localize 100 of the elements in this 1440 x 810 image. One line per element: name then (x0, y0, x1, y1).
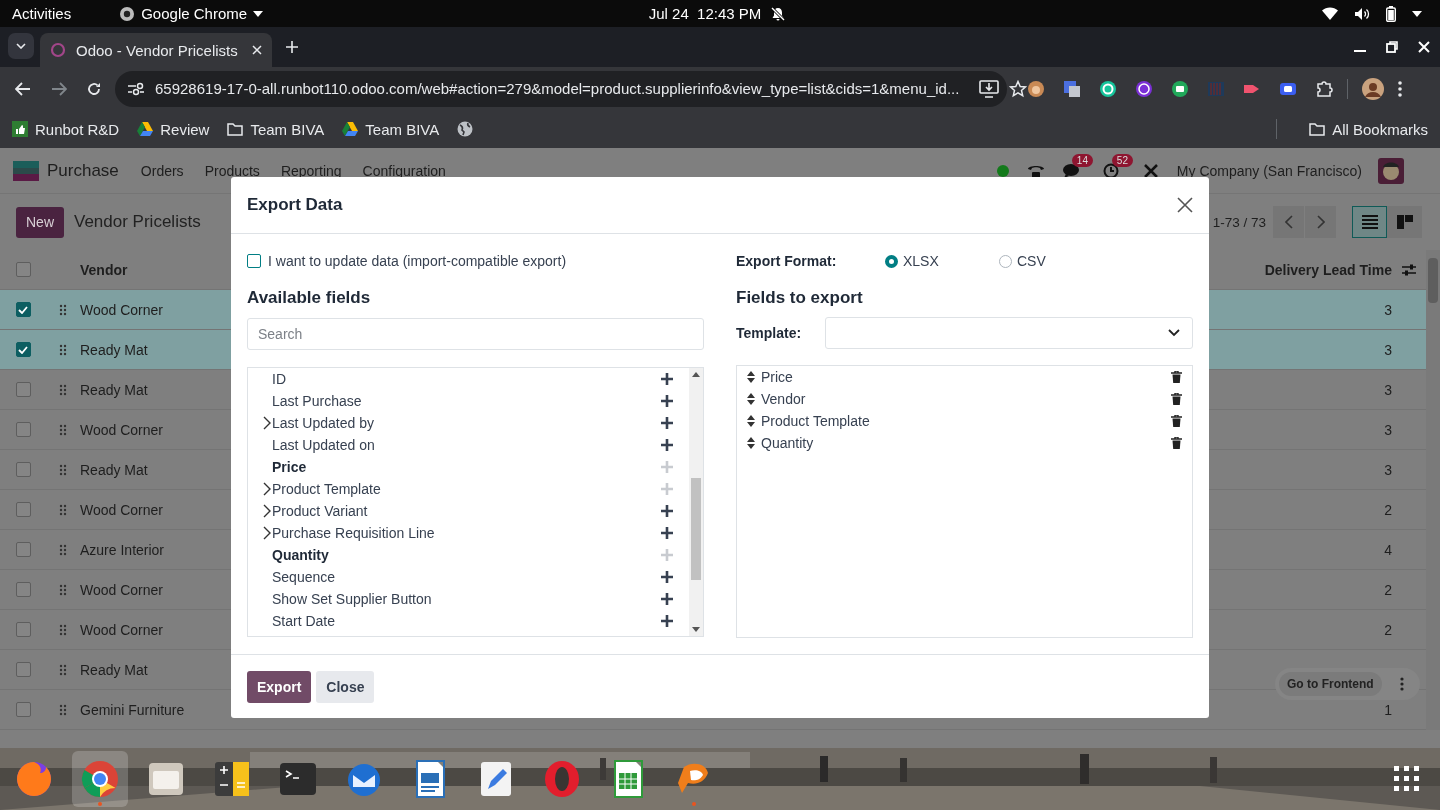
bookmark[interactable]: Review (137, 120, 210, 138)
field-name[interactable]: ID (272, 371, 286, 387)
drag-handle-icon[interactable] (59, 663, 67, 676)
checkbox[interactable] (15, 542, 31, 557)
drag-handle-icon[interactable] (59, 343, 67, 356)
extension-icon[interactable] (1099, 79, 1117, 98)
bookmark[interactable]: Team BIVA (342, 120, 440, 138)
checkbox[interactable] (247, 254, 261, 268)
column-header[interactable]: Vendor (80, 261, 128, 278)
add-icon[interactable] (661, 395, 673, 407)
close-button[interactable]: Close (316, 670, 375, 703)
reload-icon[interactable] (87, 81, 101, 96)
drag-handle-icon[interactable] (59, 623, 67, 636)
checkbox-label[interactable]: I want to update data (import-compatible export) (268, 253, 567, 269)
more-icon[interactable] (1398, 80, 1402, 97)
avatar-icon[interactable] (1378, 157, 1404, 184)
checkbox[interactable] (15, 382, 31, 397)
new-button[interactable]: New (16, 206, 64, 238)
avatar-icon[interactable] (1362, 77, 1384, 100)
drag-handle-icon[interactable] (59, 303, 67, 316)
drag-handle-icon[interactable] (59, 383, 67, 396)
export-button[interactable]: Export (247, 670, 312, 703)
field-name[interactable]: Quantity (272, 547, 329, 563)
tab-list-button[interactable] (8, 33, 34, 59)
browser-tab[interactable]: Odoo - Vendor Pricelists (40, 33, 272, 67)
bookmark[interactable]: All Bookmarks (1309, 120, 1428, 138)
extension-icon[interactable] (1063, 79, 1081, 98)
scrollbar-thumb[interactable] (1428, 258, 1438, 303)
extension-icon[interactable] (1135, 79, 1153, 98)
sort-handle-icon[interactable] (747, 437, 755, 449)
chevron-right-icon[interactable] (263, 482, 271, 496)
menu-item[interactable]: Configuration (362, 162, 446, 179)
radio-label[interactable]: CSV (1017, 253, 1046, 269)
field-name[interactable]: Sequence (272, 569, 336, 585)
column-settings-icon[interactable] (1402, 263, 1416, 276)
sort-handle-icon[interactable] (747, 371, 755, 383)
drag-handle-icon[interactable] (59, 423, 67, 436)
checkbox[interactable] (15, 622, 31, 637)
chat-icon[interactable] (1062, 162, 1081, 179)
checkbox[interactable] (15, 342, 31, 357)
drag-handle-icon[interactable] (59, 543, 67, 556)
checkbox[interactable] (15, 582, 31, 597)
menu-item[interactable]: Products (204, 162, 260, 179)
drag-handle-icon[interactable] (59, 503, 67, 516)
delete-icon[interactable] (1171, 415, 1182, 427)
delete-icon[interactable] (1171, 371, 1182, 383)
list-view-button[interactable] (1352, 206, 1387, 238)
more-icon[interactable] (1399, 677, 1404, 691)
calculator-icon[interactable] (212, 759, 252, 799)
checkbox[interactable] (15, 422, 31, 437)
checkbox[interactable] (15, 302, 31, 317)
scroll-down-icon[interactable] (692, 627, 700, 632)
app-menu[interactable]: Google Chrome (119, 5, 264, 22)
browser-icon[interactable] (14, 759, 54, 799)
radio-button[interactable] (885, 254, 898, 268)
field-name[interactable]: Show Set Supplier Button (272, 591, 432, 607)
chevron-right-icon[interactable] (263, 526, 271, 540)
forward-icon[interactable] (51, 81, 67, 96)
site-settings-icon[interactable] (127, 81, 145, 96)
delete-icon[interactable] (1171, 393, 1182, 405)
new-tab-icon[interactable] (286, 41, 298, 53)
menu-item[interactable]: Reporting (280, 162, 342, 179)
add-icon[interactable] (661, 439, 673, 451)
field-name[interactable]: Last Updated by (272, 415, 374, 431)
checkbox[interactable] (15, 502, 31, 517)
field-name[interactable]: Product Variant (272, 503, 368, 519)
drag-handle-icon[interactable] (59, 583, 67, 596)
bookmark[interactable]: Runbot R&D (12, 120, 120, 138)
checkbox[interactable] (15, 662, 31, 677)
star-icon[interactable] (1009, 79, 1028, 98)
drag-handle-icon[interactable] (59, 463, 67, 476)
field-name[interactable]: Product Template (272, 481, 381, 497)
field-name[interactable]: Last Purchase (272, 393, 362, 409)
field-name[interactable]: Purchase Requisition Line (272, 525, 435, 541)
restore-icon[interactable] (1386, 41, 1398, 53)
column-header[interactable]: Delivery Lead Time (1264, 261, 1392, 278)
menu-item[interactable]: Orders (140, 162, 184, 179)
clock[interactable]: Jul 24 12:43 PM (648, 5, 762, 22)
radio-label[interactable]: XLSX (903, 253, 939, 269)
search-field[interactable]: Search (247, 318, 704, 350)
drag-handle-icon[interactable] (59, 703, 67, 716)
add-icon[interactable] (661, 505, 673, 517)
globe-icon[interactable] (457, 121, 474, 137)
sort-handle-icon[interactable] (747, 393, 755, 405)
add-icon[interactable] (661, 527, 673, 539)
add-icon[interactable] (661, 571, 673, 583)
kanban-view-button[interactable] (1387, 206, 1422, 238)
app-logo-icon[interactable] (13, 160, 39, 181)
browser-icon[interactable] (80, 759, 120, 799)
close-icon[interactable] (1177, 197, 1193, 213)
go-to-frontend-button[interactable]: Go to Frontend (1279, 672, 1382, 696)
extension-icon[interactable] (1171, 79, 1189, 98)
checkbox[interactable] (15, 462, 31, 477)
delete-icon[interactable] (1171, 437, 1182, 449)
chevron-right-icon[interactable] (263, 504, 271, 518)
add-icon[interactable] (661, 615, 673, 627)
install-icon[interactable] (979, 79, 1000, 98)
field-name[interactable]: Price (272, 459, 307, 475)
scrollbar-thumb[interactable] (691, 478, 701, 580)
checkbox[interactable] (15, 702, 31, 717)
